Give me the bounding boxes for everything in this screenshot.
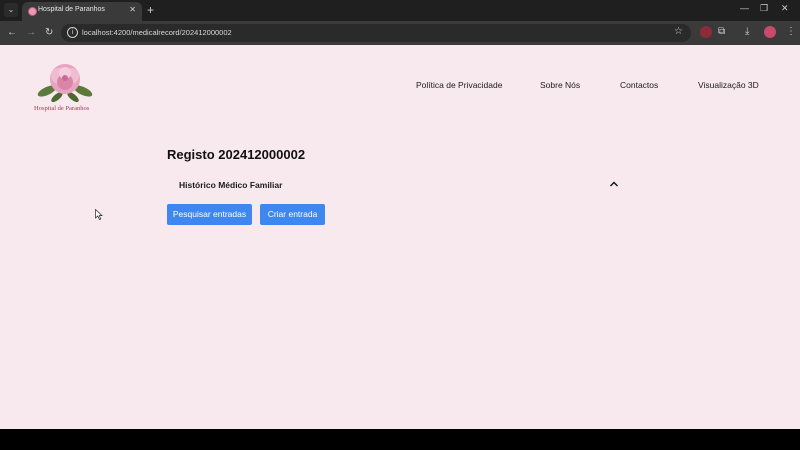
new-tab-icon[interactable]: + <box>147 2 154 18</box>
tab-close-icon[interactable]: ✕ <box>129 5 136 14</box>
more-menu-icon[interactable]: ⋮ <box>786 26 796 38</box>
mouse-cursor-icon <box>95 209 103 220</box>
nav-link-3d-view[interactable]: Visualização 3D <box>698 80 759 90</box>
peony-logo-icon[interactable] <box>35 59 95 103</box>
browser-tab[interactable]: Hospital de Paranhos ✕ <box>22 2 142 21</box>
reload-icon[interactable]: ↻ <box>45 26 53 40</box>
browser-tab-strip: ⌄ Hospital de Paranhos ✕ + — ❐ ✕ <box>0 0 800 21</box>
chevron-up-icon[interactable] <box>609 179 619 189</box>
download-icon[interactable]: ⤓ <box>745 26 749 38</box>
site-info-icon[interactable]: i <box>67 27 78 38</box>
search-entries-button[interactable]: Pesquisar entradas <box>167 204 252 225</box>
back-icon[interactable]: ← <box>7 26 17 40</box>
tab-favicon-icon <box>28 7 37 16</box>
nav-link-privacy[interactable]: Política de Privacidade <box>416 80 502 90</box>
accordion-label: Histórico Médico Familiar <box>179 180 283 190</box>
logo-text: Hospital de Paranhos <box>34 105 90 112</box>
extensions-puzzle-icon[interactable]: ⧉ <box>718 26 725 38</box>
create-entry-button[interactable]: Criar entrada <box>260 204 325 225</box>
bookmark-star-icon[interactable]: ☆ <box>674 26 683 37</box>
page-content: Hospital de Paranhos Política de Privaci… <box>0 45 800 429</box>
page-title: Registo 202412000002 <box>167 147 306 162</box>
taskbar-strip <box>0 429 800 450</box>
family-history-accordion[interactable]: Histórico Médico Familiar <box>167 175 629 197</box>
close-window-icon[interactable]: ✕ <box>781 3 789 14</box>
nav-link-contacts[interactable]: Contactos <box>620 80 658 90</box>
extension-icon[interactable] <box>700 26 712 38</box>
tab-search-chevron-icon[interactable]: ⌄ <box>4 3 18 17</box>
restore-icon[interactable]: ❐ <box>760 3 768 14</box>
minimize-icon[interactable]: — <box>740 3 749 13</box>
url-text[interactable]: localhost:4200/medicalrecord/20241200000… <box>82 28 232 37</box>
forward-icon[interactable]: → <box>26 26 36 40</box>
address-bar[interactable]: i localhost:4200/medicalrecord/202412000… <box>61 24 691 42</box>
nav-link-about[interactable]: Sobre Nós <box>540 80 580 90</box>
tab-title: Hospital de Paranhos <box>38 6 105 13</box>
profile-avatar-icon[interactable] <box>764 26 776 38</box>
browser-toolbar: ← → ↻ i localhost:4200/medicalrecord/202… <box>0 21 800 45</box>
